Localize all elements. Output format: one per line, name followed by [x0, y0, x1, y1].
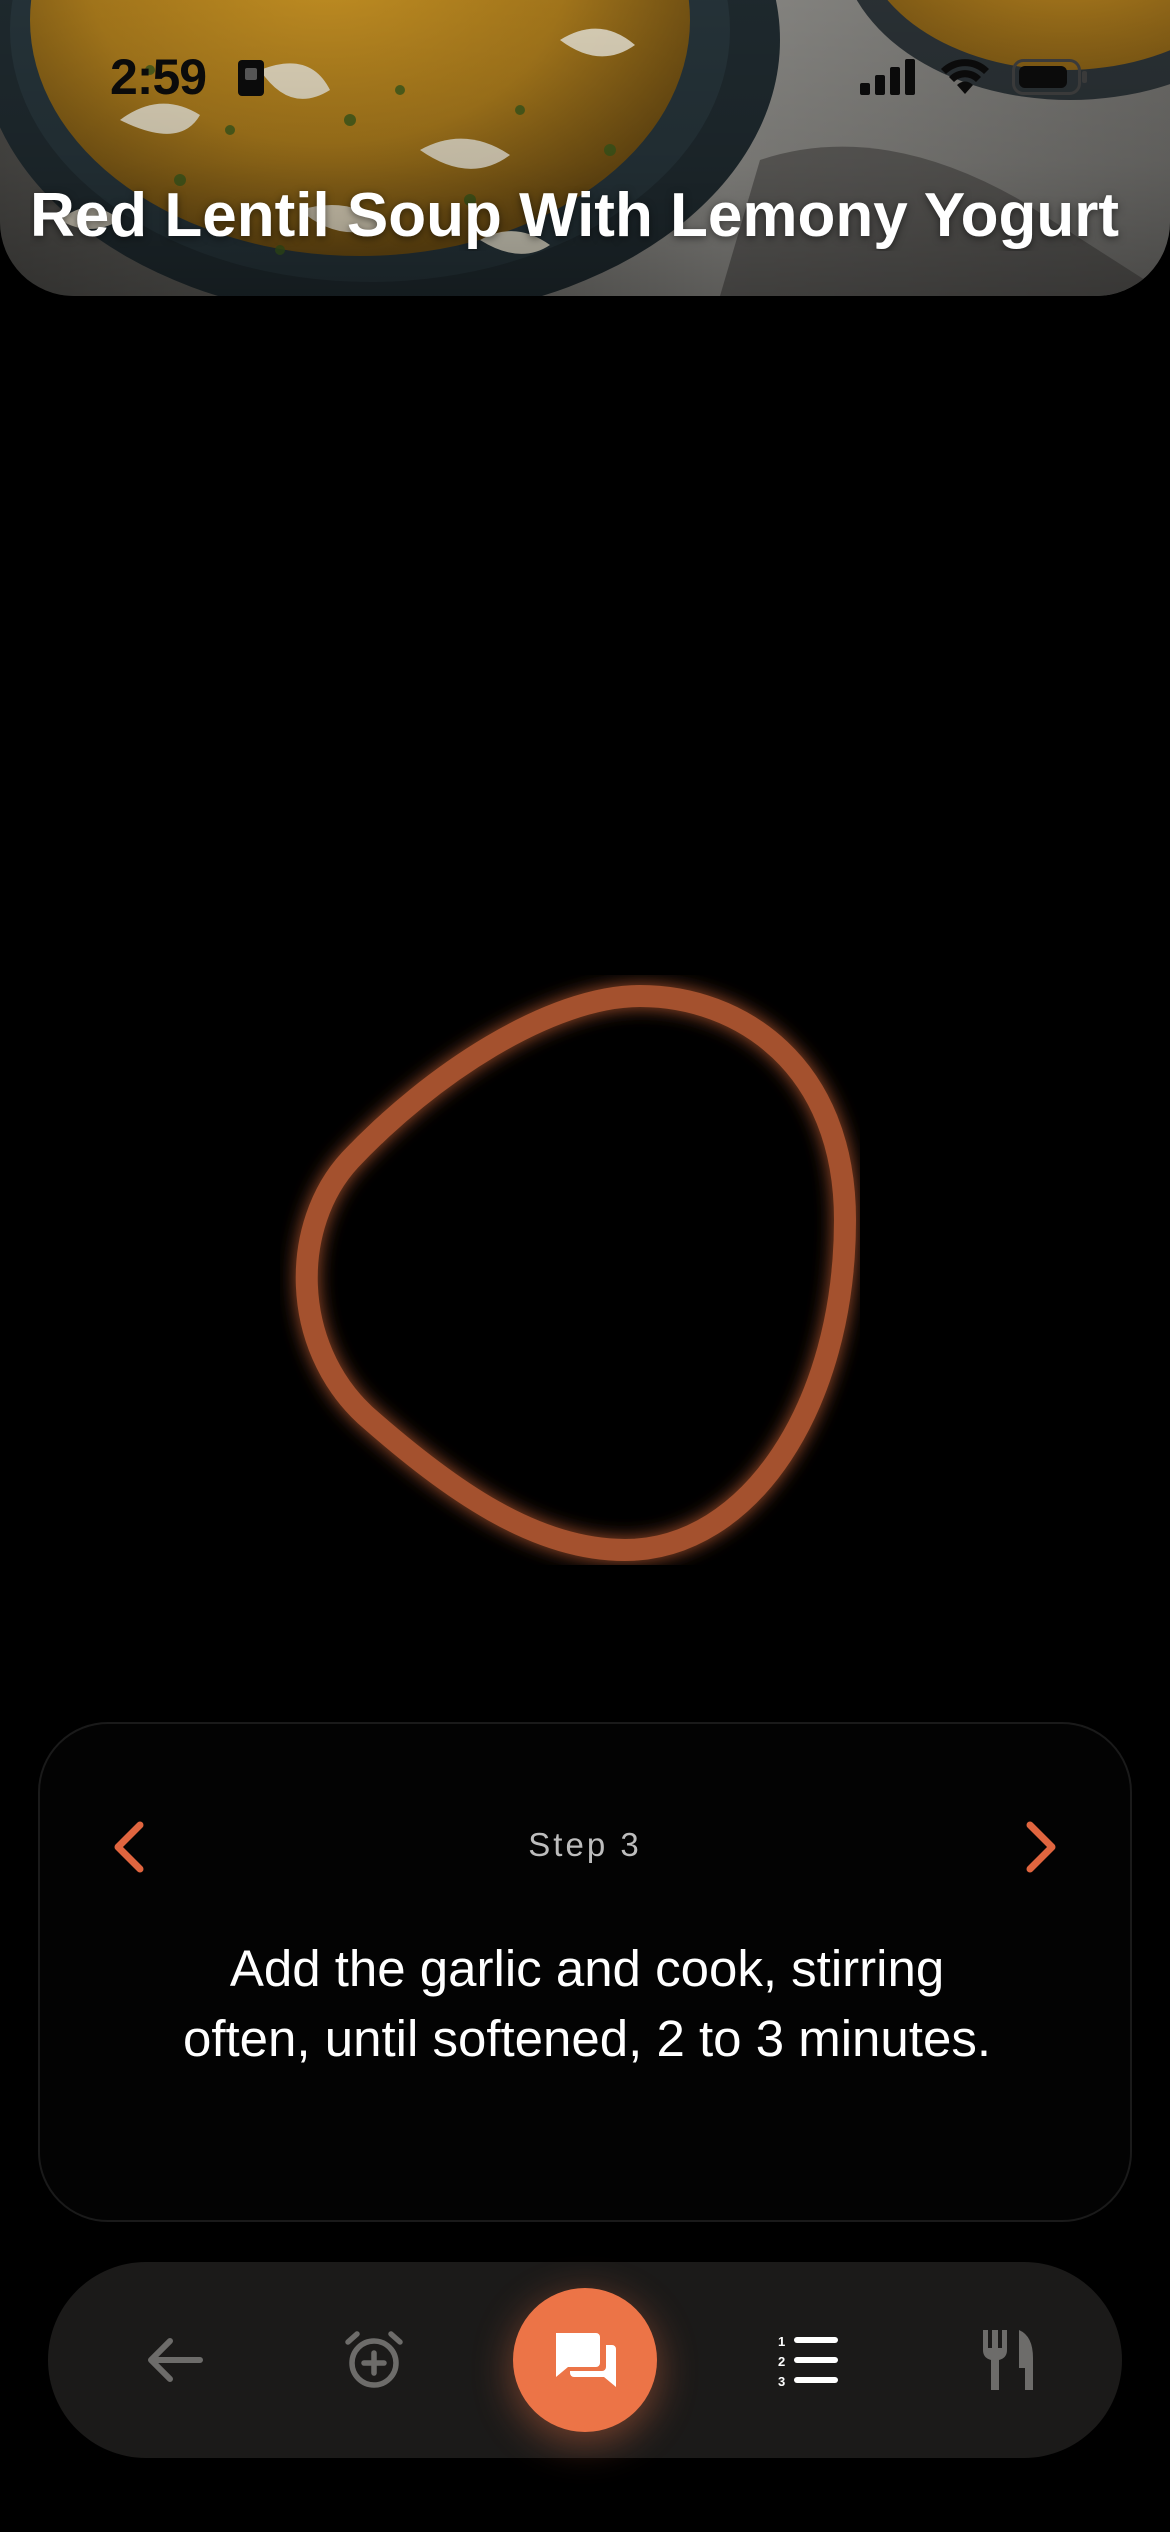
bottom-toolbar: 1 2 3	[48, 2262, 1122, 2458]
back-arrow-icon	[148, 2338, 203, 2382]
svg-text:2: 2	[778, 2354, 785, 2369]
add-timer-button[interactable]	[328, 2314, 420, 2406]
chevron-right-icon	[1026, 1821, 1056, 1873]
lock-icon	[238, 60, 264, 96]
back-button[interactable]	[128, 2314, 220, 2406]
cooking-mode-screen: 2:59 Red Lentil Soup With Lemony Yogurt …	[0, 0, 1170, 2532]
status-time: 2:59	[110, 49, 207, 105]
svg-text:1: 1	[778, 2334, 785, 2349]
status-icons	[860, 58, 1088, 96]
add-timer-icon	[345, 2331, 403, 2388]
ingredients-button[interactable]	[962, 2314, 1054, 2406]
chat-icon	[556, 2333, 616, 2387]
signal-icon	[860, 59, 915, 95]
step-label: Step 3	[528, 1826, 642, 1863]
next-step-button[interactable]	[1012, 1812, 1072, 1882]
utensils-icon	[983, 2330, 1033, 2390]
voice-listening-ring	[295, 984, 857, 1562]
numbered-list-icon: 1 2 3	[778, 2334, 838, 2387]
recipe-hero: 2:59 Red Lentil Soup With Lemony Yogurt	[0, 0, 1170, 296]
step-card: Step 3 Add the garlic and cook, stirring…	[38, 1722, 1132, 2222]
chat-button[interactable]	[513, 2288, 657, 2432]
steps-list-button[interactable]: 1 2 3	[762, 2314, 854, 2406]
step-instruction: Add the garlic and cook, stirring often,…	[182, 1940, 991, 2067]
battery-icon	[1012, 59, 1087, 95]
svg-text:3: 3	[778, 2374, 785, 2387]
recipe-title: Red Lentil Soup With Lemony Yogurt	[30, 181, 1119, 250]
wifi-icon	[941, 59, 989, 94]
status-bar: 2:59	[0, 0, 1170, 150]
